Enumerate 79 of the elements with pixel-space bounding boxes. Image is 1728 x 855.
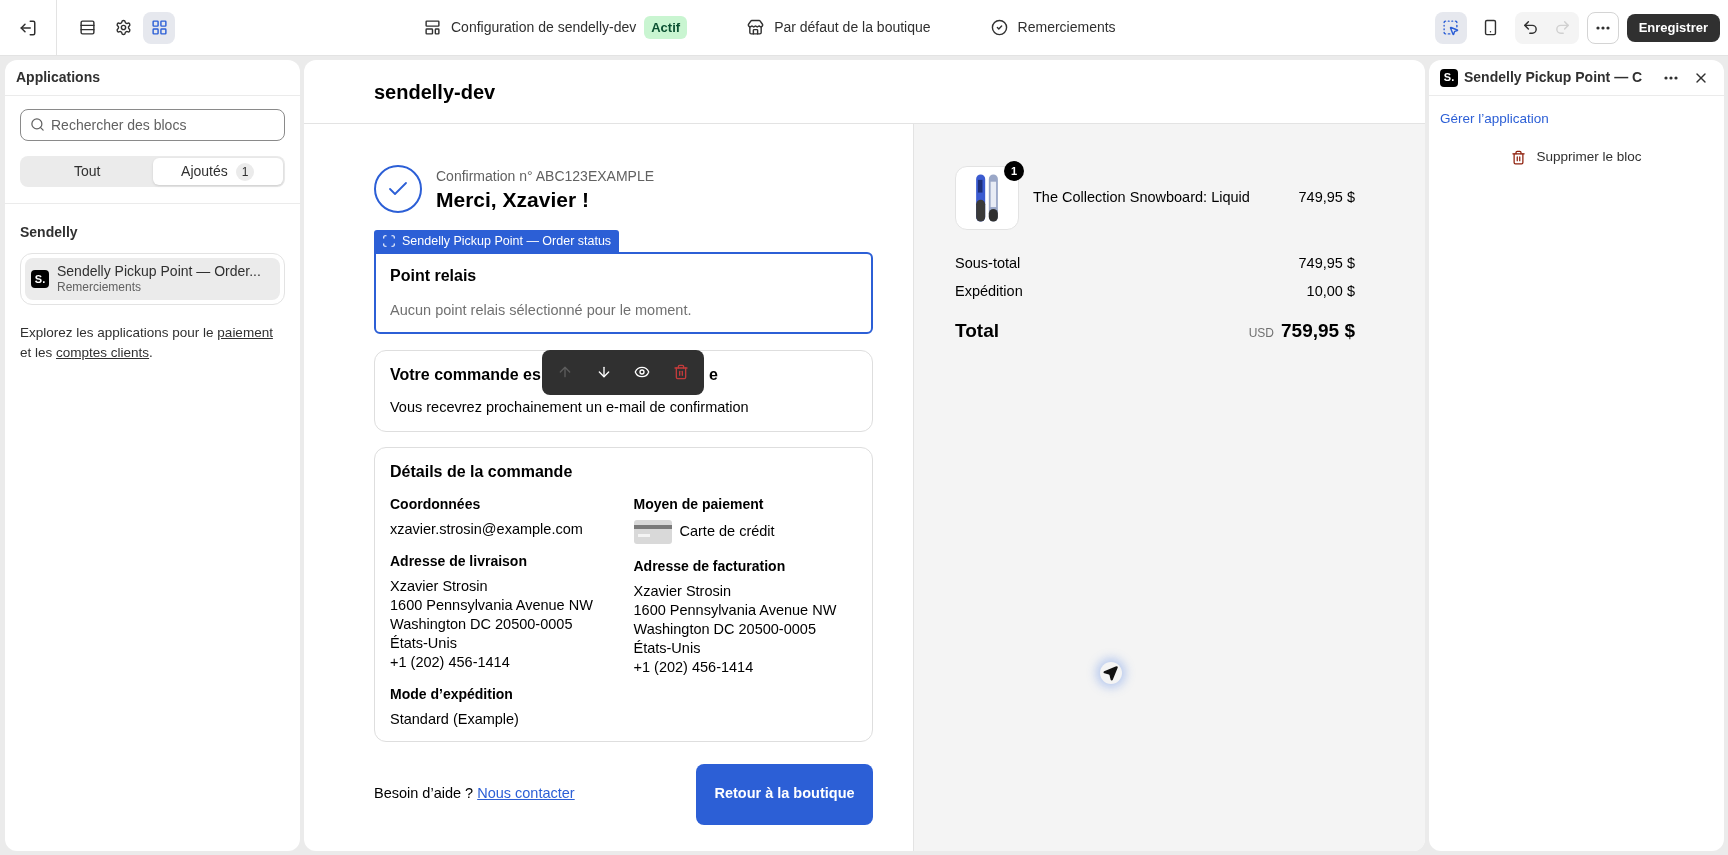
- card-text: Vous recevrez prochainement un e-mail de confirmation: [390, 397, 750, 417]
- section-title: Mode d’expédition: [390, 684, 514, 704]
- apps-icon: [150, 19, 168, 36]
- card-title: e: [708, 364, 718, 385]
- segment-tab[interactable]: Tout: [22, 158, 153, 185]
- card-title: Point relais: [390, 266, 478, 286]
- detail-line: États-Unis: [390, 633, 458, 653]
- layout-icon: [424, 19, 441, 36]
- return-button[interactable]: Retour à la boutique: [696, 763, 873, 825]
- segment-tab[interactable]: Ajoutés 1: [152, 158, 283, 185]
- help-text: Besoin d’aide ?: [374, 784, 474, 804]
- page-tab[interactable]: Remerciements: [990, 17, 1116, 38]
- more-icon: [1664, 75, 1678, 80]
- panel-title: Applications: [16, 68, 100, 87]
- detail-line: +1 (202) 456-1414: [390, 652, 511, 672]
- explore-text: Explorez les applications pour le paiement et les comptes clients.: [20, 324, 274, 362]
- trash-icon: [672, 364, 689, 381]
- undo-icon: [1522, 19, 1540, 36]
- total-label: Total: [955, 318, 999, 343]
- detail-line: Standard (Example): [390, 709, 520, 729]
- section-title: Coordonnées: [390, 494, 482, 514]
- detail-line: 1600 Pennsylvania Avenue NW: [633, 600, 838, 620]
- status-badge: Actif: [644, 15, 688, 40]
- detail-line: 1600 Pennsylvania Avenue NW: [390, 595, 594, 615]
- section-title: Adresse de livraison: [390, 551, 528, 571]
- summary-value: 10,00 $: [1306, 281, 1355, 301]
- group-title: Sendelly: [20, 223, 79, 242]
- search-field[interactable]: Rechercher des blocs: [20, 109, 285, 141]
- check-circle-icon: [990, 19, 1008, 36]
- detail-line: Washington DC 20500-0005: [390, 614, 574, 634]
- section-title: Adresse de facturation: [633, 556, 787, 576]
- product-price: 749,95 $: [1298, 188, 1355, 208]
- app-item[interactable]: S. Sendelly Pickup Point — Order... Remerciements: [25, 258, 280, 300]
- page-tab[interactable]: Par défaut de la boutique: [747, 17, 931, 38]
- exit-icon: [19, 18, 37, 37]
- search-icon: [30, 117, 45, 132]
- contact-link[interactable]: Nous contacter: [477, 783, 575, 805]
- card-title: Votre commande es: [390, 364, 541, 385]
- trash-icon: [1511, 149, 1527, 165]
- credit-card-icon: [633, 519, 672, 544]
- store-name: sendelly-dev: [374, 79, 496, 105]
- success-check-icon: [374, 165, 422, 213]
- panel-title: Sendelly Pickup Point — C: [1464, 68, 1644, 87]
- total-value: 759,95 $: [1281, 318, 1355, 343]
- select-pointer-button[interactable]: [1434, 11, 1467, 44]
- app-logo: S.: [31, 270, 49, 288]
- card-title: Détails de la commande: [390, 461, 574, 482]
- section-title: Moyen de paiement: [633, 494, 765, 514]
- apps-button[interactable]: [143, 11, 175, 44]
- detail-line: Xzavier Strosin: [390, 576, 489, 596]
- block-label: Sendelly Pickup Point — Order status: [374, 230, 620, 252]
- summary-value: 749,95 $: [1298, 254, 1355, 273]
- app-logo: S.: [1440, 68, 1458, 87]
- delete-block-button[interactable]: Supprimer le bloc: [1503, 143, 1650, 172]
- summary-label: Sous-total: [955, 254, 1021, 273]
- card-text: Aucun point relais sélectionné pour le moment.: [390, 301, 693, 320]
- detail-line: Carte de crédit: [679, 521, 775, 541]
- page-tab[interactable]: Configuration de sendelly-dev: [424, 17, 637, 38]
- manage-app-link[interactable]: Gérer l’application: [1440, 109, 1549, 130]
- save-button[interactable]: Enregistrer: [1626, 13, 1720, 42]
- confirmation-number: Confirmation n° ABC123EXAMPLE: [436, 166, 655, 186]
- block-icon: [382, 234, 396, 248]
- rows-icon: [78, 19, 96, 36]
- detail-line: Xzavier Strosin: [633, 581, 732, 601]
- greeting-title: Merci, Xzavier !: [436, 186, 590, 213]
- select-pointer-icon: [1442, 19, 1460, 36]
- more-icon: [1595, 25, 1610, 30]
- redo-icon: [1554, 19, 1572, 36]
- summary-label: Expédition: [955, 281, 1023, 301]
- detail-line: xzavier.strosin@example.com: [390, 519, 584, 539]
- detail-line: États-Unis: [633, 638, 702, 658]
- settings-icon: [114, 19, 132, 36]
- store-icon: [747, 19, 765, 36]
- detail-line: Washington DC 20500-0005: [633, 619, 817, 639]
- quantity-badge: 1: [1004, 161, 1024, 181]
- detail-line: +1 (202) 456-1414: [633, 657, 755, 677]
- currency-code: USD: [1248, 324, 1275, 342]
- product-name: The Collection Snowboard: Liquid: [1033, 188, 1251, 208]
- explore-link[interactable]: paiement: [217, 325, 273, 340]
